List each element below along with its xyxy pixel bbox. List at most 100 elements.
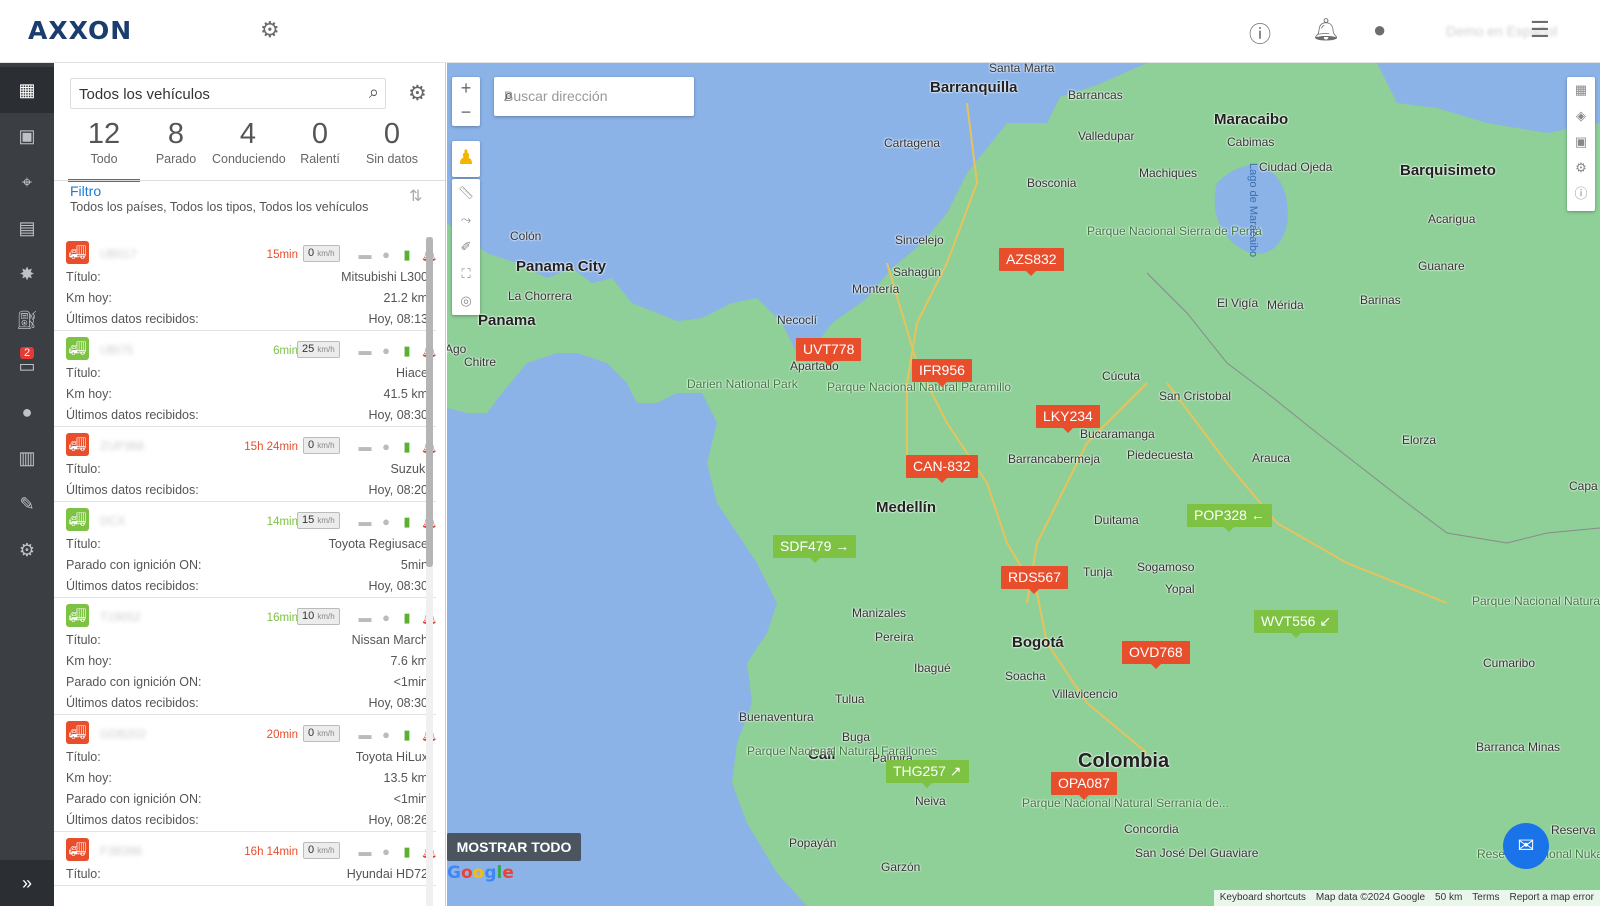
layers-icon[interactable]: ◈	[1567, 103, 1595, 129]
axxon-logo[interactable]: AXXON	[28, 16, 132, 45]
tab-no-data[interactable]: 0 Sin datos	[356, 118, 428, 178]
nav-maintenance-icon[interactable]: ▭ 2	[0, 343, 54, 389]
bell-icon[interactable]: 🔔︎	[1312, 17, 1340, 43]
scrollbar-thumb[interactable]	[426, 237, 433, 567]
speed-badge: 0 km/h	[303, 842, 340, 859]
info-label: Parado con ignición ON:	[66, 558, 202, 572]
nav-routes-icon[interactable]: ⌖	[0, 159, 54, 205]
truck-status-icon: ▬	[358, 514, 372, 529]
chat-icon[interactable]: ✉	[1503, 823, 1549, 869]
tab-idle[interactable]: 0 Ralentí	[284, 118, 356, 178]
info-value: Toyota Regiusace	[328, 537, 428, 551]
filter-link[interactable]: Filtro	[70, 183, 410, 199]
vehicle-card[interactable]: 🚚︎UBI756min25 km/h▬●▮🔔︎Título:HiaceKm ho…	[54, 331, 438, 427]
tab-stopped[interactable]: 8 Parado	[140, 118, 212, 178]
nav-fuel-icon[interactable]: ⛽︎	[0, 297, 54, 343]
info-value: Hoy, 08:30	[368, 579, 428, 593]
vehicle-marker[interactable]: RDS567	[1001, 566, 1068, 594]
vehicle-info-row: Parado con ignición ON: 5min	[66, 555, 428, 576]
nav-map-icon[interactable]: ▦	[0, 67, 54, 113]
speed-badge: 0 km/h	[303, 245, 340, 262]
battery-icon: ▮	[403, 247, 411, 262]
place-medellin: Medellín	[876, 499, 937, 516]
map-view[interactable]: Barranquilla Santa Marta Barrancas Valle…	[447, 63, 1600, 906]
vehicle-info-row: Km hoy: 41.5 km	[66, 384, 428, 405]
panel-settings-icon[interactable]: ⚙	[408, 81, 427, 106]
map-settings-icon[interactable]: ⚙	[1567, 155, 1595, 181]
cluster-icon[interactable]: ▣	[1567, 129, 1595, 155]
speed-unit: km/h	[317, 846, 335, 855]
fullscreen-icon[interactable]: ⛶	[452, 260, 480, 287]
nav-dashboard-icon[interactable]: ▣	[0, 113, 54, 159]
vehicle-marker[interactable]: WVT556 ↙	[1254, 610, 1339, 638]
vehicle-card[interactable]: 🚚︎DCX14min15 km/h▬●▮🔔︎Título:Toyota Regi…	[54, 502, 438, 598]
filter-description: Todos los países, Todos los tipos, Todos…	[70, 200, 369, 214]
left-nav: ▦ ▣ ⌖ ▤ ✸ ⛽︎ ▭ 2 ● ▥ ✎ ⚙ »	[0, 63, 54, 906]
place-ibague: Ibagué	[914, 661, 951, 675]
battery-icon: ▮	[403, 514, 411, 529]
help-icon[interactable]: ⓘ	[1249, 17, 1271, 49]
expand-nav-icon[interactable]: »	[0, 860, 54, 906]
search-icon[interactable]: ⌕	[369, 82, 379, 103]
tab-driving[interactable]: 4 Conduciendo	[212, 118, 286, 178]
vehicle-marker[interactable]: OPA087	[1051, 772, 1117, 800]
speed-unit: km/h	[317, 516, 335, 525]
vehicle-card[interactable]: 🚚︎F3B39616h 14min0 km/h▬●▮🔔︎Título:Hyund…	[54, 832, 438, 886]
report-error-link[interactable]: Report a map error	[1510, 892, 1594, 904]
zoom-in-button[interactable]: +	[452, 77, 480, 101]
ruler-icon[interactable]: 📏︎	[452, 179, 480, 206]
vehicle-marker[interactable]: AZS832	[999, 248, 1064, 276]
vehicle-marker[interactable]: THG257 ↗	[886, 760, 969, 788]
draw-route-icon[interactable]: ✐	[452, 233, 480, 260]
speed-badge: 10 km/h	[297, 608, 340, 625]
place-tuparro: Parque Nacional Natural El Tuparro	[1472, 594, 1600, 608]
vehicle-card[interactable]: 🚚︎T1905216min10 km/h▬●▮🔔︎Título:Nissan M…	[54, 598, 438, 715]
place-serrania: Parque Nacional Natural Serranía de...	[1022, 797, 1229, 810]
sort-az-icon[interactable]: ⇅	[409, 186, 422, 206]
place-piedecuesta: Piedecuesta	[1127, 448, 1194, 462]
driver-status-icon: ●	[382, 514, 390, 529]
vehicle-marker[interactable]: LKY234	[1036, 405, 1100, 433]
vehicle-marker[interactable]: POP328 ←	[1187, 504, 1272, 532]
street-view-pegman-icon[interactable]: ♟	[452, 141, 480, 177]
vehicle-plate: DCX	[100, 514, 126, 528]
vehicle-marker[interactable]: IFR956	[912, 359, 972, 387]
route-icon[interactable]: ⤳	[452, 206, 480, 233]
vehicle-marker[interactable]: UVT778	[796, 338, 862, 366]
nav-edit-icon[interactable]: ✎	[0, 481, 54, 527]
nav-reports-icon[interactable]: ▤	[0, 205, 54, 251]
map-type-icon[interactable]: ▦	[1567, 77, 1595, 103]
vehicle-info-row: Título: Toyota HiLux	[66, 747, 428, 768]
vehicle-card[interactable]: 🚚︎ZUP36815h 24min0 km/h▬●▮🔔︎Título:Suzuk…	[54, 427, 438, 502]
search-icon[interactable]: ⌕	[504, 86, 688, 106]
vehicle-card[interactable]: 🚚︎UB01715min0 km/h▬●▮🔔︎Título:Mitsubishi…	[54, 235, 438, 331]
vehicle-marker[interactable]: OVD768	[1122, 641, 1190, 669]
vehicle-marker[interactable]: SDF479 →	[773, 535, 857, 563]
keyboard-shortcuts-link[interactable]: Keyboard shortcuts	[1220, 892, 1306, 904]
place-cabimas: Cabimas	[1227, 135, 1275, 149]
nav-calendar-icon[interactable]: ▥	[0, 435, 54, 481]
battery-icon: ▮	[403, 439, 411, 454]
terms-link[interactable]: Terms	[1472, 892, 1499, 904]
nav-alerts-icon[interactable]: ✸	[0, 251, 54, 297]
vehicle-info-row: Parado con ignición ON: <1min	[66, 789, 428, 810]
zoom-out-button[interactable]: −	[452, 101, 480, 125]
vehicle-search-input[interactable]: Todos los vehículos ⌕	[70, 78, 386, 109]
show-all-button[interactable]: MOSTRAR TODO	[447, 833, 581, 861]
locate-icon[interactable]: ◎	[452, 287, 480, 314]
settings-gear-icon[interactable]: ⚙	[260, 17, 280, 43]
place-capa-edge: Capa	[1569, 479, 1598, 493]
vehicle-plate: T19052	[100, 610, 141, 624]
vehicle-card[interactable]: 🚚︎GDB20220min0 km/h▬●▮🔔︎Título:Toyota Hi…	[54, 715, 438, 832]
address-search-input[interactable]: Buscar dirección ⌕	[494, 77, 694, 116]
nav-drivers-icon[interactable]: ●	[0, 389, 54, 435]
info-icon[interactable]: ⓘ	[1567, 181, 1595, 207]
account-icon[interactable]: ●	[1373, 17, 1386, 43]
tab-all[interactable]: 12 Todo	[68, 118, 140, 182]
scale-bar[interactable]: 50 km	[1435, 892, 1462, 904]
vehicle-marker[interactable]: CAN-832	[906, 455, 978, 483]
nav-settings-icon[interactable]: ⚙	[0, 527, 54, 573]
vehicle-status-time: 6min	[273, 345, 298, 357]
hamburger-menu-icon[interactable]: ☰	[1530, 17, 1550, 43]
filter-section[interactable]: Filtro Todos los países, Todos los tipos…	[70, 183, 410, 214]
